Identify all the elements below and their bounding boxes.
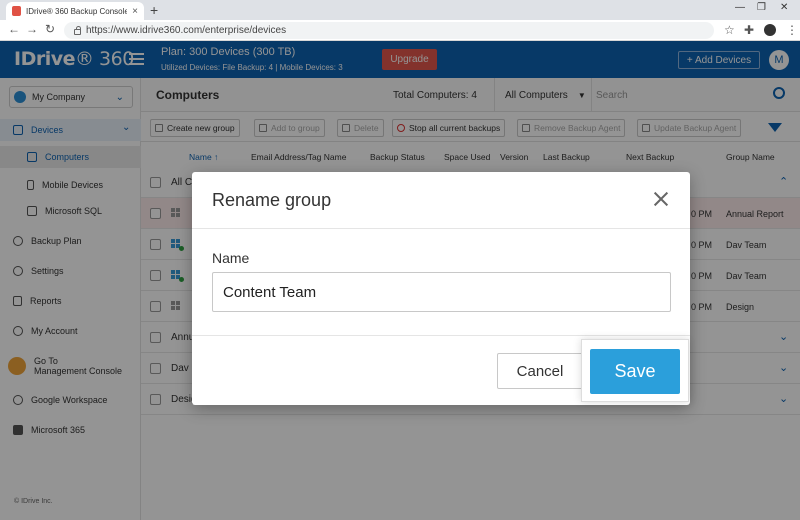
name-label: Name	[212, 250, 250, 266]
extensions-icon[interactable]: ✚	[744, 23, 754, 37]
forward-icon[interactable]: →	[26, 22, 38, 36]
close-icon[interactable]	[654, 192, 668, 206]
tab-title: IDrive® 360 Backup Console fo	[26, 6, 128, 16]
divider	[192, 228, 690, 229]
lock-icon	[74, 26, 81, 35]
bookmark-star-icon[interactable]: ☆	[724, 23, 735, 37]
browser-tab[interactable]: IDrive® 360 Backup Console fo ×	[6, 2, 144, 20]
save-button[interactable]: Save	[590, 349, 680, 394]
idrive-favicon-icon	[12, 6, 21, 16]
url-text: https://www.idrive360.com/enterprise/dev…	[86, 25, 287, 36]
profile-icon[interactable]	[764, 24, 776, 36]
url-field[interactable]: https://www.idrive360.com/enterprise/dev…	[64, 22, 714, 39]
group-name-input[interactable]	[212, 272, 671, 312]
save-highlight: Save	[581, 339, 689, 402]
cancel-button[interactable]: Cancel	[497, 353, 583, 389]
rename-group-dialog: Rename group Name Cancel Save	[192, 172, 690, 405]
browser-tabbar: IDrive® 360 Backup Console fo × + — ❐ ✕	[0, 0, 800, 20]
address-bar-row: ← → ↻ https://www.idrive360.com/enterpri…	[0, 20, 800, 41]
tab-close-icon[interactable]: ×	[132, 6, 138, 17]
maximize-icon[interactable]: ❐	[757, 2, 766, 13]
close-window-icon[interactable]: ✕	[780, 2, 788, 13]
minimize-icon[interactable]: —	[735, 2, 745, 13]
divider	[192, 335, 690, 336]
back-icon[interactable]: ←	[8, 22, 20, 36]
new-tab-button[interactable]: +	[150, 2, 158, 18]
browser-menu-icon[interactable]: ⋮	[786, 23, 798, 37]
reload-icon[interactable]: ↻	[45, 22, 55, 36]
dialog-title: Rename group	[212, 190, 332, 210]
